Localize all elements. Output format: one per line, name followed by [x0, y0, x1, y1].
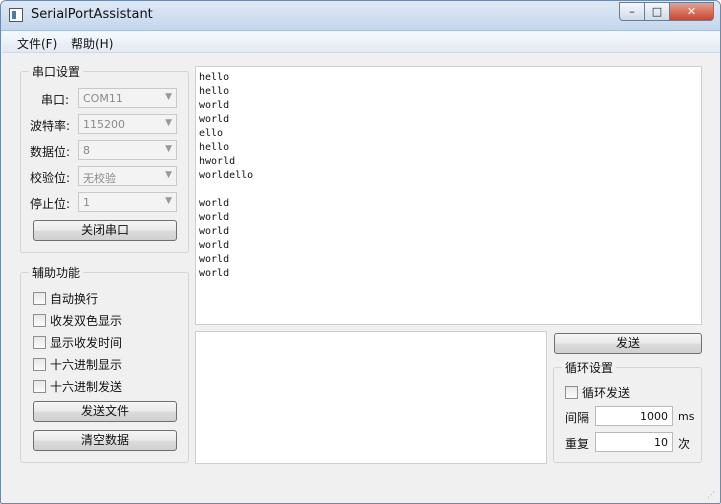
chevron-down-icon: ▼	[165, 196, 172, 206]
show-time-checkbox[interactable]: 显示收发时间	[33, 334, 122, 350]
stopbits-label: 停止位:	[30, 197, 71, 211]
minimize-button[interactable]: –	[619, 2, 645, 21]
hex-display-label: 十六进制显示	[50, 357, 123, 372]
parity-value: 无校验	[83, 172, 116, 185]
repeat-input[interactable]: 10	[595, 432, 673, 452]
chevron-down-icon: ▼	[165, 118, 172, 128]
interval-input[interactable]: 1000	[595, 406, 673, 426]
databits-select[interactable]: 8 ▼	[78, 140, 177, 160]
baud-value: 115200	[83, 118, 125, 131]
send-button[interactable]: 发送	[554, 333, 702, 354]
maximize-icon: □	[651, 5, 663, 18]
title-bar[interactable]: SerialPortAssistant – □ ✕	[1, 1, 720, 31]
parity-label: 校验位:	[30, 171, 71, 185]
main-window: SerialPortAssistant – □ ✕ 文件(F) 帮助(H) 串口…	[0, 0, 721, 504]
show-time-label: 显示收发时间	[50, 335, 123, 350]
hex-display-checkbox[interactable]: 十六进制显示	[33, 356, 122, 372]
aux-title: 辅助功能	[29, 264, 84, 281]
checkbox-box[interactable]	[33, 357, 46, 371]
databits-value: 8	[83, 144, 90, 157]
port-label: 串口:	[41, 93, 70, 107]
window-title: SerialPortAssistant	[31, 7, 153, 22]
dual-color-checkbox[interactable]: 收发双色显示	[33, 312, 122, 328]
stopbits-select[interactable]: 1 ▼	[78, 192, 177, 212]
baud-label: 波特率:	[30, 119, 71, 133]
databits-label: 数据位:	[30, 145, 71, 159]
port-select[interactable]: COM11 ▼	[78, 88, 177, 108]
close-icon: ✕	[686, 5, 697, 18]
interval-label: 间隔	[565, 411, 590, 425]
window-controls: – □ ✕	[619, 2, 714, 21]
repeat-label: 重复	[565, 437, 590, 451]
dual-color-label: 收发双色显示	[50, 313, 123, 328]
parity-select[interactable]: 无校验 ▼	[78, 166, 177, 186]
hex-send-label: 十六进制发送	[50, 379, 123, 394]
checkbox-box[interactable]	[33, 313, 46, 327]
receive-textarea[interactable]	[195, 66, 702, 325]
loop-send-checkbox[interactable]: 循环发送	[565, 384, 630, 400]
baud-select[interactable]: 115200 ▼	[78, 114, 177, 134]
clear-data-button[interactable]: 清空数据	[33, 430, 177, 451]
send-textarea[interactable]	[195, 331, 547, 464]
resize-grip-icon[interactable]: ⋰	[707, 490, 717, 500]
repeat-unit: 次	[678, 437, 691, 451]
menu-bar: 文件(F) 帮助(H)	[2, 31, 720, 53]
close-button[interactable]: ✕	[670, 2, 714, 21]
chevron-down-icon: ▼	[165, 92, 172, 102]
loop-title: 循环设置	[562, 359, 617, 376]
checkbox-box[interactable]	[33, 379, 46, 393]
close-port-button[interactable]: 关闭串口	[33, 220, 177, 241]
send-file-button[interactable]: 发送文件	[33, 401, 177, 422]
checkbox-box[interactable]	[565, 385, 578, 399]
checkbox-box[interactable]	[33, 335, 46, 349]
menu-help[interactable]: 帮助(H)	[71, 35, 113, 52]
chevron-down-icon: ▼	[165, 144, 172, 154]
app-icon	[9, 8, 23, 22]
auto-wrap-label: 自动换行	[50, 291, 99, 306]
checkbox-box[interactable]	[33, 291, 46, 305]
port-value: COM11	[83, 92, 123, 105]
maximize-button[interactable]: □	[645, 2, 670, 21]
hex-send-checkbox[interactable]: 十六进制发送	[33, 378, 122, 394]
stopbits-value: 1	[83, 196, 90, 209]
receive-text: hello hello world world ello hello hworl…	[199, 72, 254, 279]
minimize-icon: –	[629, 5, 635, 18]
chevron-down-icon: ▼	[165, 170, 172, 180]
loop-send-label: 循环发送	[582, 385, 631, 400]
interval-unit: ms	[678, 410, 695, 423]
auto-wrap-checkbox[interactable]: 自动换行	[33, 290, 98, 306]
menu-file[interactable]: 文件(F)	[17, 35, 57, 52]
serial-settings-title: 串口设置	[29, 63, 84, 80]
